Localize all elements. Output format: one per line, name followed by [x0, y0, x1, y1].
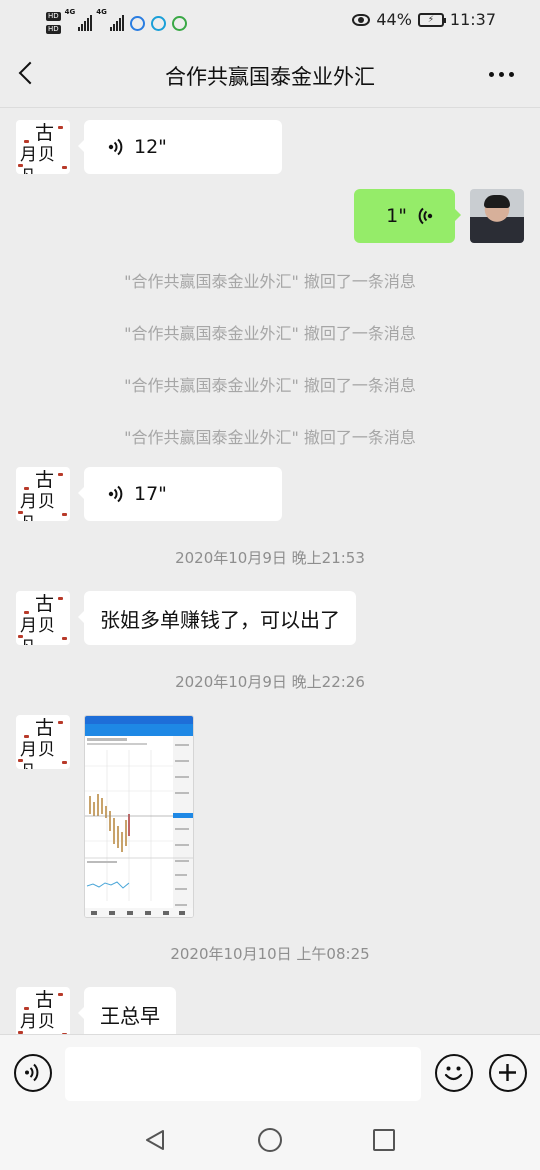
contact-avatar[interactable]: 古 月贝凡: [16, 120, 70, 174]
my-avatar[interactable]: [470, 189, 524, 243]
recall-notice: "合作共赢国泰金业外汇" 撤回了一条消息: [124, 272, 416, 291]
status-right-indicators: 44% ⚡ 11:37: [352, 10, 496, 29]
contact-avatar[interactable]: 古 月贝凡: [16, 591, 70, 645]
avatar-top-char: 古: [35, 989, 55, 1011]
recall-notice: "合作共赢国泰金业外汇" 撤回了一条消息: [124, 376, 416, 395]
text-message-bubble[interactable]: 王总早: [78, 987, 176, 1034]
hd-badge: HD: [46, 12, 61, 21]
nav-home-icon[interactable]: [258, 1128, 282, 1152]
voice-duration: 17": [134, 483, 167, 505]
message-timestamp: 2020年10月9日 晚上22:26: [175, 673, 365, 691]
signal-icon: [109, 15, 124, 31]
status-left-indicators: HD HD 4G 4G: [46, 8, 187, 38]
plus-icon[interactable]: [489, 1054, 527, 1092]
more-dots-icon[interactable]: [489, 72, 514, 77]
contact-avatar[interactable]: 古 月贝凡: [16, 467, 70, 521]
signal-icon: [78, 15, 93, 31]
status-bar: HD HD 4G 4G 44% ⚡ 11:37: [0, 0, 540, 42]
message-timestamp: 2020年10月10日 上午08:25: [170, 945, 370, 963]
voice-message-bubble[interactable]: 17": [78, 467, 282, 521]
trading-chart-image: [85, 736, 193, 917]
voice-wave-icon: [417, 205, 433, 227]
network-type-label: 4G: [64, 8, 76, 16]
eye-comfort-icon: [352, 13, 371, 26]
hd-badges: HD HD: [46, 12, 61, 34]
avatar-bottom-chars: 月贝凡: [20, 492, 56, 521]
notification-app-icon: [150, 15, 166, 31]
chat-header: 合作共赢国泰金业外汇: [0, 42, 540, 108]
recall-notice: "合作共赢国泰金业外汇" 撤回了一条消息: [124, 428, 416, 447]
notification-app-icon: [129, 15, 145, 31]
avatar-bottom-chars: 月贝凡: [20, 740, 56, 769]
avatar-bottom-chars: 月贝凡: [20, 1012, 56, 1032]
battery-percent: 44%: [376, 10, 412, 29]
hd-badge: HD: [46, 25, 61, 34]
avatar-top-char: 古: [35, 717, 55, 739]
clock: 11:37: [449, 10, 496, 29]
notification-app-icon: [171, 15, 187, 31]
network-type-label: 4G: [96, 8, 107, 16]
message-timestamp: 2020年10月9日 晚上21:53: [175, 549, 365, 567]
system-navigation-bar: [0, 1110, 540, 1170]
avatar-top-char: 古: [35, 122, 55, 144]
voice-message-bubble-outgoing[interactable]: 1": [354, 189, 461, 243]
message-text-input[interactable]: [65, 1047, 421, 1101]
thumbnail-toolbar: [85, 724, 193, 736]
chat-title: 合作共赢国泰金业外汇: [165, 65, 375, 89]
text-message-bubble[interactable]: 张姐多单赚钱了，可以出了: [78, 591, 356, 645]
emoji-icon[interactable]: [435, 1054, 473, 1092]
contact-avatar[interactable]: 古 月贝凡: [16, 715, 70, 769]
recall-notice: "合作共赢国泰金业外汇" 撤回了一条消息: [124, 324, 416, 343]
image-message-thumbnail[interactable]: [84, 715, 194, 918]
avatar-top-char: 古: [35, 593, 55, 615]
voice-wave-icon: [108, 136, 124, 158]
avatar-top-char: 古: [35, 469, 55, 491]
avatar-bottom-chars: 月贝凡: [20, 145, 56, 174]
voice-duration: 12": [134, 136, 167, 158]
message-input-bar: [0, 1034, 540, 1110]
nav-back-icon[interactable]: [143, 1128, 167, 1152]
voice-message-bubble[interactable]: 12": [78, 120, 282, 174]
nav-recent-apps-icon[interactable]: [373, 1129, 395, 1151]
voice-wave-icon: [108, 483, 124, 505]
battery-icon: ⚡: [417, 12, 446, 27]
avatar-bottom-chars: 月贝凡: [20, 616, 56, 645]
voice-input-icon[interactable]: [14, 1054, 52, 1092]
chat-message-list[interactable]: 古 月贝凡 12" 1" "合作共赢国泰金业外汇" 撤回了一条消息 "合作共赢国…: [0, 109, 540, 1034]
message-text: 张姐多单赚钱了，可以出了: [100, 607, 340, 632]
contact-avatar[interactable]: 古 月贝凡: [16, 987, 70, 1034]
message-text: 王总早: [100, 1003, 160, 1028]
voice-duration: 1": [386, 205, 407, 227]
thumbnail-status-bar: [85, 716, 193, 724]
